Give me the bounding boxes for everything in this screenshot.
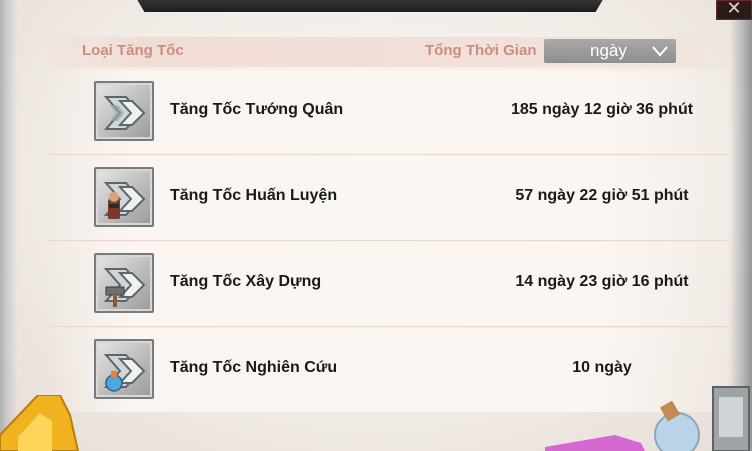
item-name: Tăng Tốc Xây Dựng	[170, 273, 322, 290]
close-button[interactable]: ✕	[716, 0, 752, 20]
time-unit-dropdown[interactable]: ngày	[544, 39, 676, 63]
speedup-summary-panel: ✕ Loại Tăng Tốc Tổng Thời Gian ngày Tăng…	[0, 0, 752, 451]
item-time: 185 ngày 12 giờ 36 phút	[510, 101, 694, 118]
research-speedup-icon	[94, 339, 154, 399]
gold-arrow-decoration	[0, 395, 80, 451]
speedup-list: Tăng Tốc Tướng Quân 185 ngày 12 giờ 36 p…	[48, 70, 728, 413]
item-name: Tăng Tốc Huấn Luyện	[170, 187, 338, 204]
table-header: Loại Tăng Tốc Tổng Thời Gian ngày	[48, 37, 703, 67]
total-time-header: Tổng Thời Gian	[425, 42, 537, 59]
list-item: Tăng Tốc Huấn Luyện 57 ngày 22 giờ 51 ph…	[48, 156, 728, 241]
item-name: Tăng Tốc Tướng Quân	[170, 101, 344, 118]
time-unit-selected[interactable]: ngày	[590, 41, 627, 61]
item-time: 14 ngày 23 giờ 16 phút	[515, 273, 689, 290]
left-frame-edge	[0, 0, 18, 451]
title-banner	[135, 0, 605, 12]
chevron-down-icon[interactable]	[652, 45, 668, 57]
building-speedup-icon	[94, 253, 154, 313]
list-item: Tăng Tốc Xây Dựng 14 ngày 23 giờ 16 phút	[48, 242, 728, 327]
list-item: Tăng Tốc Tướng Quân 185 ngày 12 giờ 36 p…	[48, 70, 728, 155]
item-time: 10 ngày	[572, 359, 632, 376]
right-frame-edge	[730, 0, 752, 451]
speedup-type-header: Loại Tăng Tốc	[82, 42, 184, 59]
item-name: Tăng Tốc Nghiên Cứu	[170, 359, 338, 376]
item-time: 57 ngày 22 giờ 51 phút	[515, 187, 689, 204]
general-speedup-icon	[94, 81, 154, 141]
close-icon[interactable]: ✕	[726, 0, 741, 19]
training-speedup-icon	[94, 167, 154, 227]
potion-and-tools-decoration	[545, 386, 750, 451]
